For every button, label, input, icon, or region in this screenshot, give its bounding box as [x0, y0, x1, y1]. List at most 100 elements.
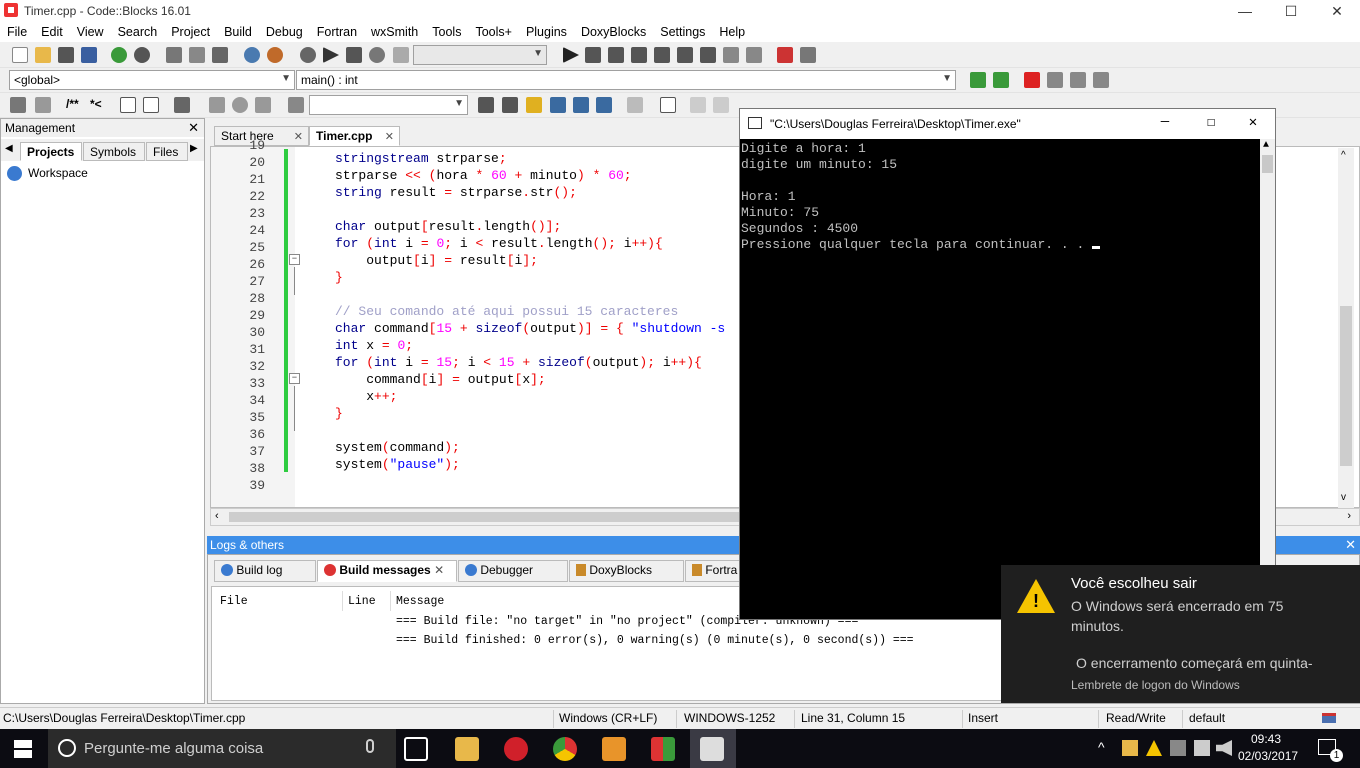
selection-icon[interactable] — [550, 97, 566, 113]
console-scrollbar[interactable]: ▲ — [1260, 139, 1275, 619]
function-select[interactable]: main() : int ▼ — [296, 70, 956, 90]
menu-project[interactable]: Project — [164, 22, 217, 42]
debug-run-icon[interactable] — [563, 47, 579, 63]
menu-fortran[interactable]: Fortran — [310, 22, 364, 42]
console-output[interactable]: Digite a hora: 1 digite um minuto: 15 Ho… — [740, 139, 1260, 619]
console-taskbar-icon[interactable] — [700, 737, 724, 761]
print-icon[interactable] — [10, 97, 26, 113]
wrench-icon[interactable] — [174, 97, 190, 113]
jump-forward-icon[interactable] — [993, 72, 1009, 88]
clear-bookmarks-icon[interactable] — [1093, 72, 1109, 88]
editor-vertical-scrollbar[interactable]: ^ v — [1338, 148, 1354, 508]
frame-icon[interactable] — [713, 97, 729, 113]
network-icon[interactable] — [1170, 740, 1186, 756]
next-marker-icon[interactable] — [255, 97, 271, 113]
abbreviation-icon[interactable] — [120, 97, 136, 113]
opera-icon[interactable] — [504, 737, 528, 761]
build-message-row[interactable]: === Build finished: 0 error(s), 0 warnin… — [396, 634, 914, 647]
console-close-button[interactable]: ✕ — [1230, 114, 1276, 131]
find-icon[interactable] — [244, 47, 260, 63]
regex-icon[interactable] — [596, 97, 612, 113]
redo-icon[interactable] — [134, 47, 150, 63]
open-folder-icon[interactable] — [35, 47, 51, 63]
console-scroll-thumb[interactable] — [1262, 155, 1273, 173]
goto-icon[interactable] — [35, 97, 51, 113]
stop-debug-icon[interactable] — [746, 47, 762, 63]
logs-close-button[interactable]: ✕ — [1345, 537, 1356, 553]
comment-block-button[interactable]: /** — [66, 97, 79, 111]
new-file-icon[interactable] — [12, 47, 28, 63]
replace-icon[interactable] — [267, 47, 283, 63]
build-target-select[interactable]: ▼ — [413, 45, 547, 65]
cursor-icon[interactable] — [627, 97, 643, 113]
debug-info-icon[interactable] — [800, 47, 816, 63]
copy-icon[interactable] — [189, 47, 205, 63]
undo-icon[interactable] — [111, 47, 127, 63]
save-icon[interactable] — [58, 47, 74, 63]
media-player-icon[interactable] — [602, 737, 626, 761]
scroll-right-icon[interactable]: › — [1347, 510, 1351, 522]
next-instruction-icon[interactable] — [677, 47, 693, 63]
scope-select[interactable]: <global> ▼ — [9, 70, 295, 90]
rebuild-icon[interactable] — [369, 47, 385, 63]
minimize-button[interactable]: — — [1222, 0, 1268, 22]
search-next-icon[interactable] — [502, 97, 518, 113]
clock-time[interactable]: 09:43 — [1243, 732, 1289, 746]
scroll-down-icon[interactable]: v — [1341, 492, 1346, 503]
jump-back-icon[interactable] — [970, 72, 986, 88]
tab-symbols[interactable]: Symbols — [83, 142, 145, 161]
menu-edit[interactable]: Edit — [34, 22, 70, 42]
tab-build-messages[interactable]: Build messages ✕ — [317, 560, 457, 582]
google-drive-icon[interactable] — [1146, 740, 1162, 756]
fold-marker-icon[interactable]: − — [289, 373, 300, 384]
codeblocks-taskbar-icon[interactable] — [651, 737, 675, 761]
console-window[interactable]: "C:\Users\Douglas Ferreira\Desktop\Timer… — [739, 108, 1276, 620]
file-explorer-icon[interactable] — [455, 737, 479, 761]
menu-wxsmith[interactable]: wxSmith — [364, 22, 425, 42]
menu-view[interactable]: View — [70, 22, 111, 42]
tab-start-here-close-icon[interactable]: ✕ — [294, 130, 303, 143]
incremental-search-input[interactable]: ▼ — [309, 95, 468, 115]
menu-file[interactable]: File — [0, 22, 34, 42]
management-close-button[interactable]: ✕ — [188, 120, 199, 136]
marker-icon[interactable] — [232, 97, 248, 113]
tab-doxyblocks[interactable]: DoxyBlocks — [569, 560, 684, 582]
highlight-icon[interactable] — [526, 97, 542, 113]
match-case-icon[interactable] — [573, 97, 589, 113]
menu-tools[interactable]: Tools — [425, 22, 468, 42]
fold-marker-icon[interactable]: − — [289, 254, 300, 265]
menu-help[interactable]: Help — [712, 22, 752, 42]
help-icon[interactable] — [143, 97, 159, 113]
menu-search[interactable]: Search — [111, 22, 165, 42]
scroll-up-icon[interactable]: ^ — [1341, 150, 1346, 161]
microphone-icon[interactable] — [366, 739, 374, 753]
build-run-icon[interactable] — [346, 47, 362, 63]
tab-files[interactable]: Files — [146, 142, 188, 161]
clock-date[interactable]: 02/03/2017 — [1238, 749, 1298, 763]
menu-settings[interactable]: Settings — [653, 22, 712, 42]
paste-icon[interactable] — [212, 47, 228, 63]
windows-start-icon[interactable] — [14, 740, 32, 758]
next-bookmark-icon[interactable] — [1070, 72, 1086, 88]
run-icon[interactable] — [323, 47, 339, 63]
save-all-icon[interactable] — [81, 47, 97, 63]
menu-build[interactable]: Build — [217, 22, 259, 42]
tray-app-icon[interactable] — [1122, 740, 1138, 756]
prev-marker-icon[interactable] — [209, 97, 225, 113]
clear-search-icon[interactable] — [288, 97, 304, 113]
column-line[interactable]: Line — [348, 595, 376, 608]
tab-build-messages-close-icon[interactable]: ✕ — [434, 563, 444, 577]
taskbar-search-box[interactable]: Pergunte-me alguma coisa — [48, 729, 396, 768]
column-message[interactable]: Message — [396, 595, 444, 608]
image-icon[interactable] — [690, 97, 706, 113]
menu-tools-plus[interactable]: Tools+ — [468, 22, 518, 42]
workspace-tree-item[interactable]: Workspace — [28, 166, 88, 180]
step-out-icon[interactable] — [654, 47, 670, 63]
tabs-right-arrow-icon[interactable]: ▶ — [190, 143, 198, 154]
search-prev-icon[interactable] — [478, 97, 494, 113]
run-to-cursor-icon[interactable] — [585, 47, 601, 63]
close-button[interactable]: ✕ — [1314, 0, 1360, 22]
console-scroll-up-icon[interactable]: ▲ — [1263, 140, 1269, 151]
cut-icon[interactable] — [166, 47, 182, 63]
tab-timer-cpp[interactable]: Timer.cpp ✕ — [309, 126, 400, 146]
